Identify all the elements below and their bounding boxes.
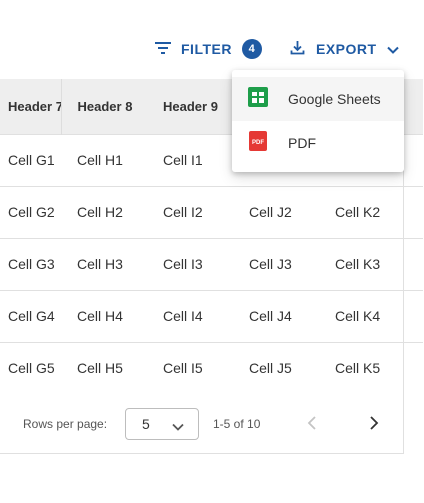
filter-icon xyxy=(155,41,171,57)
table-row: Cell G5 Cell H5 Cell I5 Cell J5 Cell K5 xyxy=(0,341,423,394)
page-range-text: 1-5 of 10 xyxy=(213,417,261,431)
filter-count-badge: 4 xyxy=(241,39,262,59)
table-cell: Cell I1 xyxy=(147,133,233,186)
table-cell: Cell I2 xyxy=(147,185,233,238)
chevron-right-icon xyxy=(370,416,379,430)
next-page-button[interactable] xyxy=(368,415,380,436)
rows-per-page-value: 5 xyxy=(142,416,150,432)
export-pdf-item[interactable]: PDF PDF xyxy=(232,121,404,165)
table-cell: Cell K3 xyxy=(319,237,423,290)
export-google-sheets-item[interactable]: Google Sheets xyxy=(232,77,404,121)
chevron-down-icon xyxy=(386,41,399,57)
table-row: Cell G3 Cell H3 Cell I3 Cell J3 Cell K3 xyxy=(0,237,423,290)
svg-text:PDF: PDF xyxy=(252,140,264,146)
table-cell: Cell J5 xyxy=(233,341,319,394)
table-cell: Cell H1 xyxy=(61,133,147,186)
filter-button[interactable]: FILTER 4 xyxy=(155,38,262,60)
table-row: Cell G2 Cell H2 Cell I2 Cell J2 Cell K2 xyxy=(0,185,423,238)
menu-item-label: Google Sheets xyxy=(288,91,381,107)
export-button[interactable]: EXPORT xyxy=(290,38,410,60)
column-header[interactable]: Header 7 xyxy=(0,79,62,134)
menu-item-label: PDF xyxy=(288,135,316,151)
previous-page-button[interactable] xyxy=(306,415,318,436)
export-menu: Google Sheets PDF PDF xyxy=(232,70,404,172)
download-icon xyxy=(290,40,305,58)
filter-label: FILTER xyxy=(181,41,232,57)
table-cell: Cell I5 xyxy=(147,341,233,394)
table-cell: Cell G2 xyxy=(0,185,61,238)
table-cell: Cell K5 xyxy=(319,341,423,394)
column-header[interactable]: Header 8 xyxy=(61,79,147,134)
google-sheets-icon xyxy=(248,86,268,112)
rows-per-page-select[interactable]: 5 xyxy=(125,408,199,440)
table-cell: Cell J4 xyxy=(233,289,319,342)
table-cell: Cell G4 xyxy=(0,289,61,342)
table-cell: Cell H2 xyxy=(61,185,147,238)
chevron-down-icon xyxy=(172,418,184,434)
table-cell: Cell I3 xyxy=(147,237,233,290)
chevron-left-icon xyxy=(307,416,316,430)
table-cell: Cell I4 xyxy=(147,289,233,342)
rows-per-page-label: Rows per page: xyxy=(23,417,108,431)
column-header[interactable]: Header 9 xyxy=(147,79,233,134)
table-cell: Cell G3 xyxy=(0,237,61,290)
table-cell: Cell H4 xyxy=(61,289,147,342)
table-cell: Cell H3 xyxy=(61,237,147,290)
table-cell: Cell G1 xyxy=(0,133,61,186)
table-row: Cell G4 Cell H4 Cell I4 Cell J4 Cell K4 xyxy=(0,289,423,342)
table-cell: Cell H5 xyxy=(61,341,147,394)
table-cell: Cell G5 xyxy=(0,341,61,394)
export-label: EXPORT xyxy=(316,41,377,57)
table-cell: Cell J3 xyxy=(233,237,319,290)
pdf-icon: PDF xyxy=(248,130,268,156)
table-cell: Cell K2 xyxy=(319,185,423,238)
pagination-footer: Rows per page: 5 1-5 of 10 xyxy=(0,400,404,453)
table-cell: Cell K4 xyxy=(319,289,423,342)
table-cell: Cell J2 xyxy=(233,185,319,238)
